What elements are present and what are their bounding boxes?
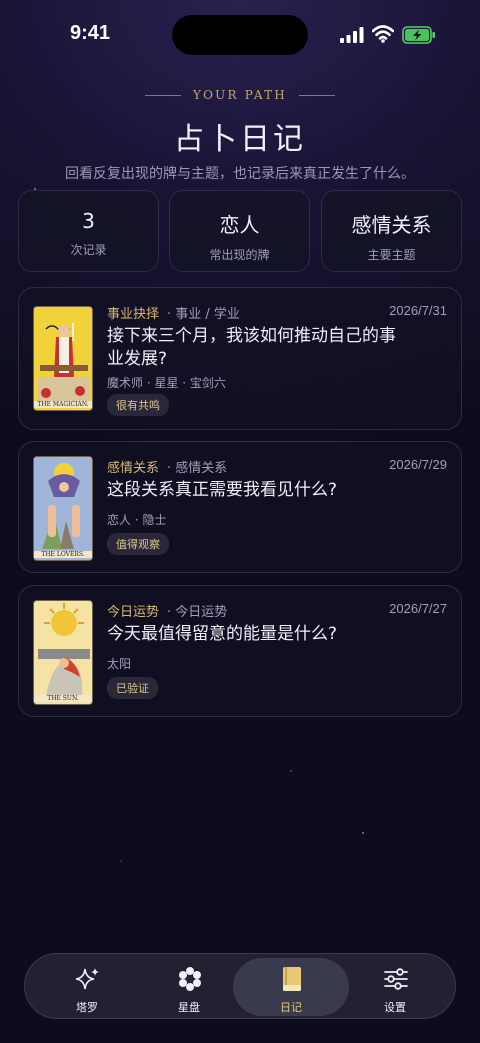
tab-label: 日记 <box>280 1001 302 1014</box>
sun-card-icon: THE SUN. <box>33 600 93 705</box>
stat-value: 感情关系 <box>351 213 432 237</box>
entry-tag: 值得观察 <box>107 533 169 555</box>
dynamic-island <box>172 15 308 55</box>
stat-label: 常出现的牌 <box>209 248 270 262</box>
lovers-card-icon: THE LOVERS. <box>33 456 93 561</box>
tab-astrology[interactable]: 星盘 <box>131 958 247 1016</box>
entry-category: 事业抉择 <box>107 307 160 322</box>
tab-tarot[interactable]: 塔罗 <box>29 958 145 1016</box>
stat-label: 次记录 <box>70 243 107 257</box>
stat-record-count: 3 次记录 <box>18 190 159 272</box>
entry-topic: · 今日运势 <box>167 605 228 620</box>
thumb-card-name: THE MAGICIAN. <box>34 401 92 408</box>
journal-entry-card[interactable]: THE SUN. 今日运势 · 今日运势 2026/7/27 今天最值得留意的能量… <box>18 585 462 717</box>
eyebrow-divider-left <box>145 94 181 96</box>
entry-topic: · 感情关系 <box>167 461 228 476</box>
entry-cards: 太阳 <box>107 657 132 671</box>
eyebrow-text: YOUR PATH <box>193 88 287 102</box>
entry-date: 2026/7/29 <box>389 457 447 472</box>
magician-card-icon: THE MAGICIAN. <box>33 306 93 411</box>
entry-tag: 已验证 <box>107 677 158 699</box>
eyebrow-row: YOUR PATH <box>0 88 480 102</box>
tab-bar: 塔罗 星盘 日记 设置 <box>24 953 456 1019</box>
entry-meta: 事业抉择 · 事业 / 学业 <box>107 303 240 322</box>
entry-tag: 很有共鸣 <box>107 394 169 416</box>
flower-dots-icon <box>179 967 201 991</box>
entry-question: 接下来三个月，我该如何推动自己的事业发展? <box>107 326 396 369</box>
tab-journal[interactable]: 日记 <box>233 958 349 1016</box>
eyebrow-divider-right <box>298 94 335 96</box>
stat-value: 恋人 <box>219 213 260 237</box>
sliders-icon <box>384 968 408 990</box>
entry-question: 这段关系真正需要我看见什么? <box>107 480 338 500</box>
entry-meta: 今日运势 · 今日运势 <box>107 601 227 620</box>
battery-charging-icon <box>402 26 435 44</box>
entry-question: 今天最值得留意的能量是什么? <box>107 624 338 644</box>
tab-label: 塔罗 <box>76 1001 98 1014</box>
page-subtitle: 回看反复出现的牌与主题，也记录后来真正发生了什么。 <box>65 166 415 182</box>
entry-date: 2026/7/27 <box>389 601 447 616</box>
sparkle-icon <box>75 968 99 990</box>
cellular-signal-icon <box>340 27 364 43</box>
stat-frequent-card: 恋人 常出现的牌 <box>169 190 310 272</box>
wifi-icon <box>372 25 394 43</box>
book-icon <box>283 967 301 991</box>
status-time: 9:41 <box>70 22 111 44</box>
entry-category: 感情关系 <box>107 461 160 476</box>
stat-main-theme: 感情关系 主要主题 <box>321 190 462 272</box>
tab-label: 设置 <box>384 1001 406 1014</box>
status-bar: 9:41 <box>0 0 480 70</box>
entry-category: 今日运势 <box>107 605 160 620</box>
stat-value: 3 <box>82 209 95 233</box>
entry-topic: · 事业 / 学业 <box>167 307 240 322</box>
stat-label: 主要主题 <box>367 248 416 262</box>
journal-entry-card[interactable]: THE LOVERS. 感情关系 · 感情关系 2026/7/29 这段关系真正需… <box>18 441 462 573</box>
tab-settings[interactable]: 设置 <box>337 958 453 1016</box>
journal-entry-card[interactable]: THE MAGICIAN. 事业抉择 · 事业 / 学业 2026/7/31 接下… <box>18 287 462 430</box>
entry-cards: 恋人 · 隐士 <box>107 513 167 527</box>
entry-date: 2026/7/31 <box>389 303 447 318</box>
tab-label: 星盘 <box>178 1001 200 1014</box>
page-title: 占卜日记 <box>174 122 306 157</box>
entry-cards: 魔术师 · 星星 · 宝剑六 <box>107 376 226 390</box>
thumb-card-name: THE SUN. <box>34 695 92 702</box>
entry-meta: 感情关系 · 感情关系 <box>107 457 227 476</box>
thumb-card-name: THE LOVERS. <box>34 551 92 558</box>
